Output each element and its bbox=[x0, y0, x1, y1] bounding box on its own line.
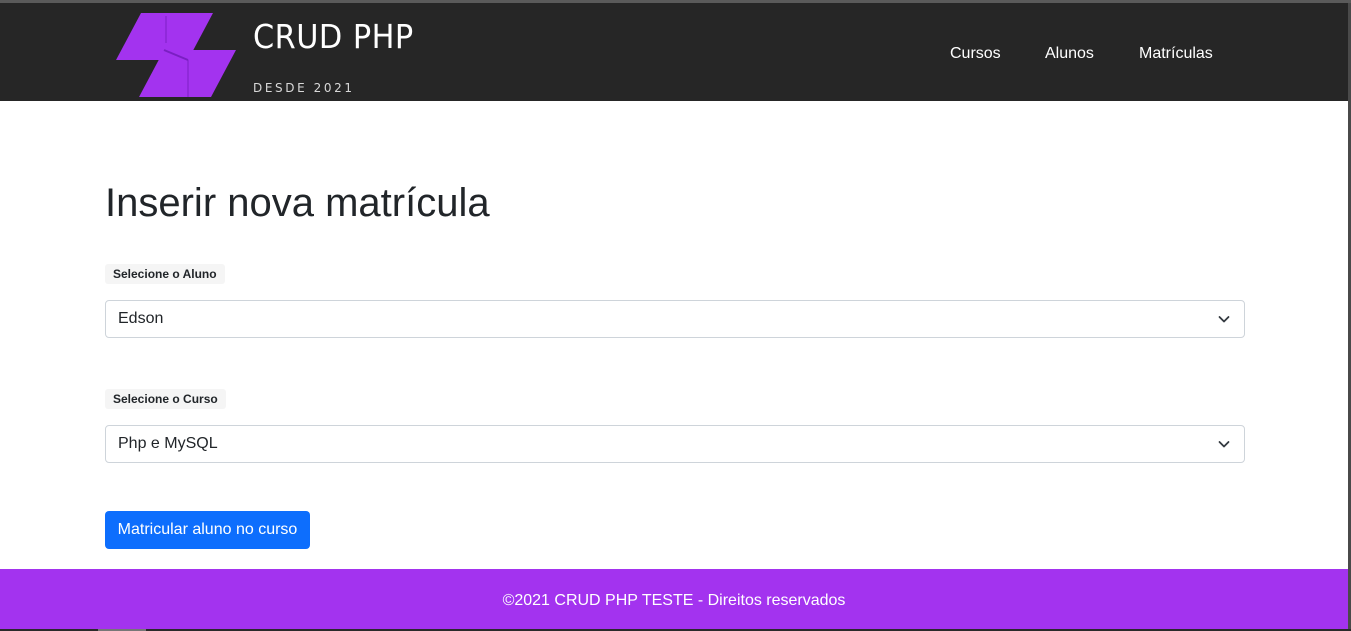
site-footer: ©2021 CRUD PHP TESTE - Direitos reservad… bbox=[0, 569, 1351, 629]
curso-select-label: Selecione o Curso bbox=[105, 389, 226, 409]
chevron-down-icon bbox=[1218, 316, 1230, 323]
brand-logo-icon[interactable] bbox=[116, 13, 236, 97]
footer-copyright: ©2021 CRUD PHP TESTE - Direitos reservad… bbox=[502, 592, 846, 609]
site-header: CRUD PHP DESDE 2021 Cursos Alunos Matríc… bbox=[0, 3, 1351, 101]
brand-subtitle: DESDE 2021 bbox=[253, 81, 355, 95]
nav-link-alunos[interactable]: Alunos bbox=[1045, 45, 1094, 63]
nav-link-cursos[interactable]: Cursos bbox=[950, 45, 1001, 63]
submit-enrollment-button[interactable]: Matricular aluno no curso bbox=[105, 511, 310, 549]
aluno-select-label: Selecione o Aluno bbox=[105, 264, 225, 284]
curso-select-value: Php e MySQL bbox=[118, 435, 218, 452]
aluno-select-value: Edson bbox=[118, 310, 164, 327]
curso-select[interactable]: Php e MySQL bbox=[105, 425, 1245, 463]
chevron-down-icon bbox=[1218, 441, 1230, 448]
aluno-select[interactable]: Edson bbox=[105, 300, 1245, 338]
nav-link-matriculas[interactable]: Matrículas bbox=[1139, 45, 1213, 63]
brand-title[interactable]: CRUD PHP bbox=[253, 17, 414, 56]
page-title: Inserir nova matrícula bbox=[105, 181, 490, 225]
